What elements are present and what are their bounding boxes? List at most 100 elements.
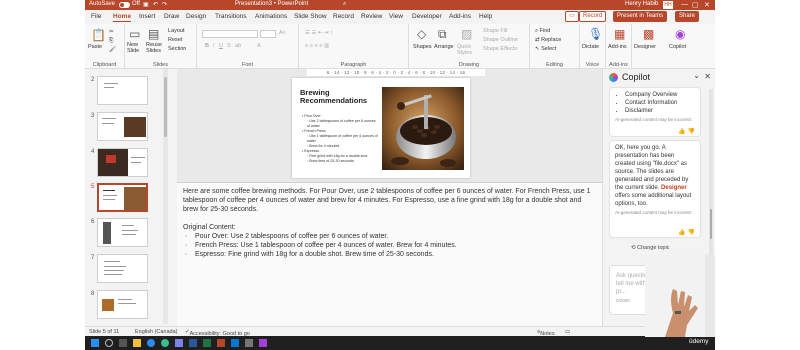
grow-font-icon[interactable]: A˄ xyxy=(279,30,286,36)
add-ins-label[interactable]: Add-ins xyxy=(608,44,627,50)
outlook-icon[interactable] xyxy=(231,339,239,347)
share-button[interactable]: Share xyxy=(675,11,700,22)
slide-thumbnail-2[interactable] xyxy=(97,76,148,105)
redo-icon[interactable]: ↷ xyxy=(162,1,167,8)
font-size-box[interactable] xyxy=(260,30,276,38)
tab-review[interactable]: Review xyxy=(361,13,382,20)
new-slide-icon[interactable]: ▭ xyxy=(129,27,140,41)
tab-draw[interactable]: Draw xyxy=(164,13,179,20)
new-slide-label[interactable]: New Slide xyxy=(127,42,147,54)
align-icon[interactable]: ≡ ≡ ≡ ≡ ▥ xyxy=(305,43,329,49)
paste-label[interactable]: Paste xyxy=(88,44,102,50)
tab-add-ins[interactable]: Add-ins xyxy=(449,13,471,20)
quick-styles-icon[interactable]: ▨ xyxy=(461,27,472,41)
tab-transitions[interactable]: Transitions xyxy=(215,13,247,20)
chrome-icon[interactable] xyxy=(161,339,169,347)
file-explorer-icon[interactable] xyxy=(133,339,141,347)
windows-start-icon[interactable] xyxy=(91,339,99,347)
section-button[interactable]: Section xyxy=(168,46,186,52)
close-icon[interactable]: ✕ xyxy=(704,1,710,9)
speaker-notes[interactable]: Here are some coffee brewing methods. Fo… xyxy=(177,182,602,326)
shape-effects-button[interactable]: Shape Effects xyxy=(483,46,517,52)
tab-slide-show[interactable]: Slide Show xyxy=(294,13,327,20)
undo-icon[interactable]: ↶ xyxy=(153,1,158,8)
maximize-icon[interactable]: ▢ xyxy=(692,1,699,9)
app-icon[interactable] xyxy=(245,339,253,347)
layout-button[interactable]: Layout xyxy=(168,28,185,34)
excel-icon[interactable] xyxy=(203,339,211,347)
copilot-ribbon-icon[interactable]: ◉ xyxy=(675,27,685,41)
autosave-toggle[interactable] xyxy=(119,2,130,8)
language-indicator[interactable]: English (Canada) xyxy=(135,329,178,335)
cut-icon[interactable]: ✂ xyxy=(109,29,114,35)
avatar[interactable]: HH xyxy=(663,1,673,9)
add-ins-icon[interactable]: ▦ xyxy=(614,27,625,41)
change-topic-button[interactable]: ⟲ Change topic xyxy=(631,245,670,251)
more-options-icon[interactable]: ⌄ xyxy=(693,71,700,80)
bold-icon[interactable]: B xyxy=(205,43,209,49)
paste-icon[interactable]: 📋 xyxy=(91,28,106,42)
coffee-grinder-image[interactable] xyxy=(382,87,464,170)
tab-help[interactable]: Help xyxy=(479,13,492,20)
tab-insert[interactable]: Insert xyxy=(139,13,155,20)
strikethrough-icon[interactable]: ab xyxy=(235,43,241,49)
designer-link[interactable]: Designer xyxy=(661,185,687,191)
italic-icon[interactable]: I xyxy=(213,43,215,49)
arrange-icon[interactable]: ⧉ xyxy=(438,27,447,42)
format-painter-icon[interactable]: 🖌 xyxy=(109,47,116,53)
tab-home[interactable]: Home xyxy=(113,13,132,22)
edge-icon[interactable] xyxy=(147,339,155,347)
reset-button[interactable]: Reset xyxy=(168,37,182,43)
copy-icon[interactable]: ⎘ xyxy=(109,38,113,45)
powerpoint-icon[interactable] xyxy=(217,339,225,347)
slide-thumbnail-7[interactable] xyxy=(97,254,148,283)
shadow-icon[interactable]: S xyxy=(227,43,231,49)
slide-bullet-list[interactable]: • Pour Over ◦ Use 2 tablespoons of coffe… xyxy=(302,114,378,164)
feedback-icons[interactable]: 👍 👎 xyxy=(678,128,695,136)
current-slide[interactable]: Brewing Recommendations • Pour Over ◦ Us… xyxy=(292,78,470,178)
search-taskbar-icon[interactable] xyxy=(105,339,113,347)
record-button[interactable]: Record xyxy=(579,11,607,22)
notes-toggle[interactable]: ≡ Notes xyxy=(537,329,555,337)
reuse-slides-icon[interactable]: ▤ xyxy=(148,27,159,41)
dictate-label[interactable]: Dictate xyxy=(582,44,599,50)
task-view-icon[interactable] xyxy=(119,339,127,347)
quick-styles-label[interactable]: Quick Styles xyxy=(457,44,479,56)
teams-icon[interactable] xyxy=(175,339,183,347)
bullets-icon[interactable]: ☰ ☰ ⇤ ⇥ ↕ xyxy=(305,30,333,36)
tab-developer[interactable]: Developer xyxy=(412,13,442,20)
thumbnails-scrollbar[interactable] xyxy=(163,69,168,324)
copilot-scrollbar[interactable] xyxy=(709,89,713,259)
slide-thumbnail-4[interactable] xyxy=(97,148,148,177)
close-pane-icon[interactable]: ✕ xyxy=(704,72,711,81)
normal-view-icon[interactable]: ▭ xyxy=(565,329,570,335)
slide-thumbnail-6[interactable] xyxy=(97,218,148,247)
accessibility-status[interactable]: ✓ Accessibility: Good to go xyxy=(185,329,250,337)
slide-thumbnail-3[interactable] xyxy=(97,112,148,141)
tab-view[interactable]: View xyxy=(389,13,403,20)
slide-thumbnail-8[interactable] xyxy=(97,290,148,319)
designer-label[interactable]: Designer xyxy=(634,44,656,50)
underline-icon[interactable]: U xyxy=(219,43,223,49)
shapes-label[interactable]: Shapes xyxy=(413,44,432,50)
onenote-icon[interactable] xyxy=(259,339,267,347)
designer-icon[interactable]: ▩ xyxy=(643,27,654,41)
slide-title[interactable]: Brewing Recommendations xyxy=(300,89,370,105)
minimize-icon[interactable]: — xyxy=(681,1,688,8)
arrange-label[interactable]: Arrange xyxy=(434,44,454,50)
shape-fill-button[interactable]: Shape Fill xyxy=(483,28,507,34)
microphone-icon[interactable]: 🎙 xyxy=(588,27,603,41)
font-name-box[interactable] xyxy=(202,30,258,38)
select-button[interactable]: ↖ Select xyxy=(535,46,556,52)
shape-outline-button[interactable]: Shape Outline xyxy=(483,37,518,43)
word-icon[interactable] xyxy=(189,339,197,347)
slide-thumbnail-5[interactable] xyxy=(97,183,148,212)
tab-animations[interactable]: Animations xyxy=(255,13,287,20)
present-in-teams-button[interactable]: Present in Teams xyxy=(613,11,668,22)
tab-design[interactable]: Design xyxy=(186,13,206,20)
tab-file[interactable]: File xyxy=(91,13,101,20)
tab-record[interactable]: Record xyxy=(333,13,354,20)
shapes-icon[interactable]: ◇ xyxy=(417,27,426,41)
find-button[interactable]: ⌕ Find xyxy=(535,28,550,35)
replace-button[interactable]: ⇄ Replace xyxy=(535,37,561,43)
